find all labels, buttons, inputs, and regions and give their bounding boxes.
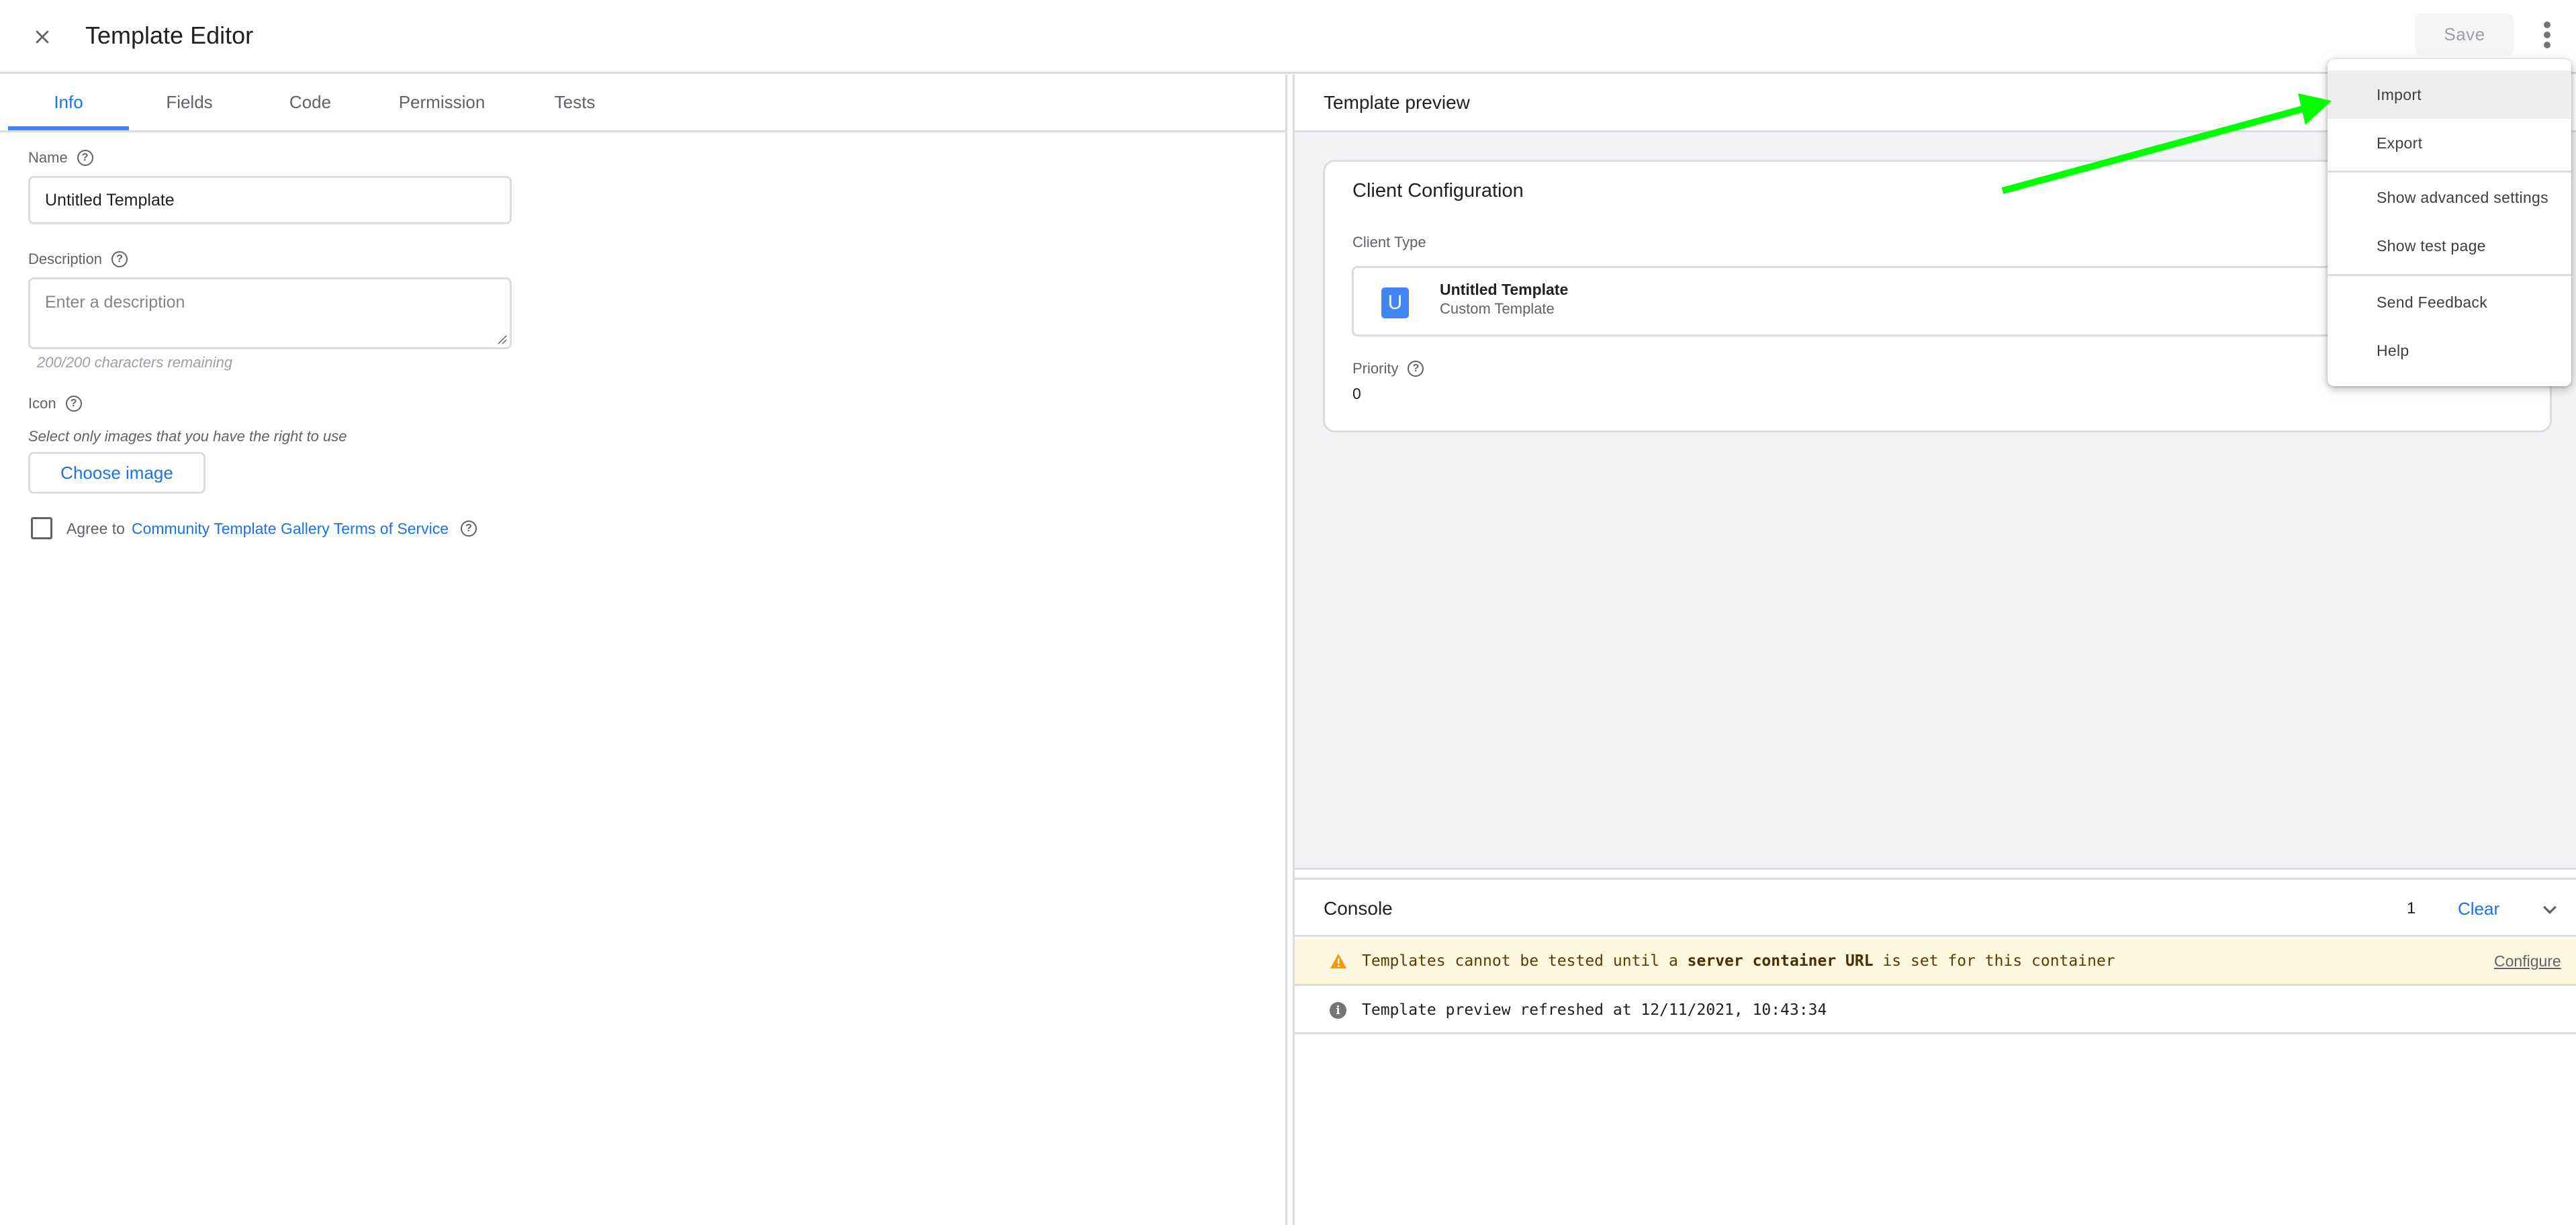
character-count: 200/200 characters remaining xyxy=(37,354,233,371)
help-icon[interactable]: ? xyxy=(77,150,93,166)
description-placeholder: Enter a description xyxy=(45,293,185,312)
help-icon[interactable]: ? xyxy=(1408,361,1424,377)
resize-grip-icon[interactable] xyxy=(496,334,507,345)
card-title: Client Configuration xyxy=(1352,180,1524,201)
menu-divider xyxy=(2328,171,2571,173)
priority-label-row: Priority ? xyxy=(1352,360,1424,377)
configure-link[interactable]: Configure xyxy=(2494,950,2561,972)
warning-text-before: Templates cannot be tested until a xyxy=(1362,952,1688,970)
close-icon xyxy=(36,30,49,44)
tab-info[interactable]: Info xyxy=(8,75,129,130)
menu-item-show-advanced-settings[interactable]: Show advanced settings xyxy=(2328,173,2571,222)
help-icon[interactable]: ? xyxy=(65,396,82,412)
more-options-menu: Import Export Show advanced settings Sho… xyxy=(2328,59,2571,386)
tab-permission[interactable]: Permission xyxy=(371,75,513,130)
more-vert-icon-dot xyxy=(2544,21,2550,28)
help-icon[interactable]: ? xyxy=(111,251,128,267)
warning-message: Templates cannot be tested until a serve… xyxy=(1362,950,2115,972)
icon-label-row: Icon ? xyxy=(28,395,82,412)
chevron-down-icon[interactable] xyxy=(2540,900,2560,920)
help-icon[interactable]: ? xyxy=(461,520,477,537)
icon-rights-note: Select only images that you have the rig… xyxy=(28,428,347,445)
more-vert-icon-dot xyxy=(2544,42,2550,48)
more-options-button[interactable] xyxy=(2530,15,2564,55)
client-type-label: Client Type xyxy=(1352,234,1426,251)
description-label: Description xyxy=(28,251,103,267)
panel-splitter[interactable] xyxy=(1285,75,1295,1225)
agree-prefix: Agree to xyxy=(66,519,125,537)
tab-code[interactable]: Code xyxy=(250,75,371,130)
page-title: Template Editor xyxy=(85,21,254,49)
save-button[interactable]: Save xyxy=(2415,13,2514,56)
tab-bar: Info Fields Code Permission Tests xyxy=(0,75,1285,132)
terms-of-service-link[interactable]: Community Template Gallery Terms of Serv… xyxy=(132,520,449,538)
menu-divider xyxy=(2328,274,2571,276)
icon-label: Icon xyxy=(28,395,56,412)
agree-checkbox[interactable] xyxy=(31,517,52,539)
menu-item-import[interactable]: Import xyxy=(2328,71,2571,119)
priority-value: 0 xyxy=(1352,385,1361,402)
close-button[interactable] xyxy=(26,20,59,54)
console-clear-button[interactable]: Clear xyxy=(2458,897,2499,921)
template-letter-icon: U xyxy=(1381,287,1409,318)
console-message-count: 1 xyxy=(2407,899,2416,917)
preview-title: Template preview xyxy=(1324,92,1470,113)
menu-item-help[interactable]: Help xyxy=(2328,326,2571,375)
agree-row: Agree to Community Template Gallery Term… xyxy=(66,518,477,539)
choose-image-button[interactable]: Choose image xyxy=(28,452,205,494)
menu-item-send-feedback[interactable]: Send Feedback xyxy=(2328,278,2571,326)
client-type-name: Untitled Template xyxy=(1440,281,1569,298)
tab-tests[interactable]: Tests xyxy=(513,75,637,130)
console-title: Console xyxy=(1324,898,1393,919)
warning-text-bold: server container URL xyxy=(1687,952,1874,970)
console-resize-handle[interactable] xyxy=(1295,872,2576,880)
client-type-subtitle: Custom Template xyxy=(1440,300,1555,317)
console-header xyxy=(1295,880,2576,937)
description-label-row: Description ? xyxy=(28,251,128,268)
name-label: Name xyxy=(28,149,68,166)
warning-icon xyxy=(1330,954,1346,968)
menu-item-show-test-page[interactable]: Show test page xyxy=(2328,222,2571,270)
menu-item-export[interactable]: Export xyxy=(2328,119,2571,167)
warning-text-after: is set for this container xyxy=(1873,952,2115,970)
name-input[interactable]: Untitled Template xyxy=(28,176,512,224)
tab-fields[interactable]: Fields xyxy=(129,75,250,130)
info-icon: i xyxy=(1330,1002,1346,1019)
description-textarea[interactable]: Enter a description xyxy=(28,277,512,349)
priority-label: Priority xyxy=(1352,360,1399,377)
name-label-row: Name ? xyxy=(28,149,93,167)
top-bar xyxy=(0,0,2576,74)
info-message: Template preview refreshed at 12/11/2021… xyxy=(1362,1001,1827,1019)
active-tab-indicator xyxy=(8,126,129,130)
more-vert-icon-dot xyxy=(2544,32,2550,38)
